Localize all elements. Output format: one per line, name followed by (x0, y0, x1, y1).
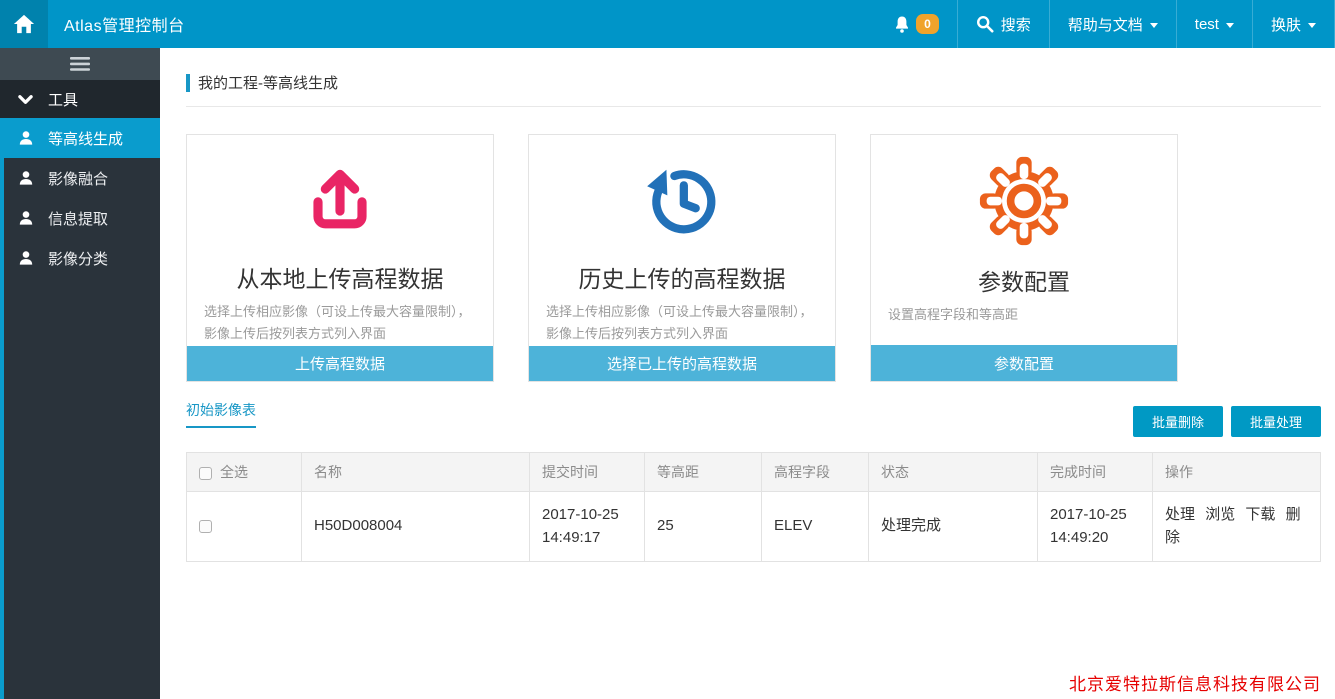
caret-down-icon (1150, 23, 1158, 28)
column-contour-interval: 等高距 (645, 453, 762, 492)
notifications-button[interactable]: 0 (875, 0, 957, 48)
card-title: 历史上传的高程数据 (529, 260, 835, 294)
list-toolbar: 初始影像表 批量删除 批量处理 (186, 400, 1321, 437)
card-history-elevation: 历史上传的高程数据 选择上传相应影像（可设上传最大容量限制），影像上传后按列表方… (528, 134, 836, 382)
upload-icon (296, 156, 384, 244)
footer-company: 北京爱特拉斯信息科技有限公司 (1069, 670, 1321, 695)
navbar-right: 0 搜索 帮助与文档 test 换肤 (875, 0, 1335, 48)
user-icon (18, 250, 34, 266)
help-label: 帮助与文档 (1068, 14, 1143, 35)
column-elevation-field: 高程字段 (762, 453, 869, 492)
column-finish-time: 完成时间 (1038, 453, 1153, 492)
action-cards: 从本地上传高程数据 选择上传相应影像（可设上传最大容量限制），影像上传后按列表方… (186, 134, 1321, 382)
app-title: Atlas管理控制台 (48, 0, 185, 48)
card-description: 选择上传相应影像（可设上传最大容量限制），影像上传后按列表方式列入界面 (187, 294, 493, 347)
card-upload-elevation: 从本地上传高程数据 选择上传相应影像（可设上传最大容量限制），影像上传后按列表方… (186, 134, 494, 382)
table-row: H50D008004 2017-10-25 14:49:17 25 ELEV 处… (187, 492, 1321, 562)
sidebar-item-label: 影像分类 (48, 248, 108, 269)
skin-label: 换肤 (1271, 14, 1301, 35)
sidebar: 工具 等高线生成 影像融合 信息提取 影像分类 (0, 48, 160, 699)
sidebar-toggle[interactable] (0, 48, 160, 80)
sidebar-item-label: 信息提取 (48, 208, 108, 229)
tab-initial-image-table[interactable]: 初始影像表 (186, 400, 256, 428)
gear-icon (978, 155, 1070, 247)
image-table: 全选 名称 提交时间 等高距 高程字段 状态 完成时间 操作 H50D00800… (186, 452, 1321, 562)
sidebar-submenu: 等高线生成 影像融合 信息提取 影像分类 (0, 118, 160, 699)
upload-elevation-button[interactable]: 上传高程数据 (187, 346, 493, 381)
cell-name: H50D008004 (302, 492, 530, 562)
sidebar-item-label: 等高线生成 (48, 128, 123, 149)
card-title: 参数配置 (871, 263, 1177, 297)
card-parameter-config: 参数配置 设置高程字段和等高距 参数配置 (870, 134, 1178, 382)
row-checkbox[interactable] (199, 520, 212, 533)
sidebar-group-tools[interactable]: 工具 (0, 80, 160, 118)
bell-icon (893, 15, 911, 34)
column-select-all: 全选 (187, 453, 302, 492)
user-icon (18, 170, 34, 186)
action-process-link[interactable]: 处理 (1165, 506, 1195, 523)
skin-menu[interactable]: 换肤 (1252, 0, 1335, 48)
breadcrumb-marker (186, 74, 190, 92)
breadcrumb: 我的工程-等高线生成 (186, 48, 1321, 107)
main-content: 我的工程-等高线生成 从本地上传高程数据 选择上传相应影像（可设上传最大容量限制… (160, 48, 1335, 699)
cell-actions: 处理 浏览 下载 删除 (1153, 492, 1321, 562)
cell-contour-interval: 25 (645, 492, 762, 562)
column-status: 状态 (869, 453, 1038, 492)
caret-down-icon (1308, 23, 1316, 28)
sidebar-item-info-extraction[interactable]: 信息提取 (4, 198, 160, 238)
user-menu[interactable]: test (1176, 0, 1252, 48)
search-icon (976, 15, 994, 33)
cell-finish-time: 2017-10-25 14:49:20 (1038, 492, 1153, 562)
card-title: 从本地上传高程数据 (187, 260, 493, 294)
action-view-link[interactable]: 浏览 (1205, 506, 1235, 523)
column-actions: 操作 (1153, 453, 1321, 492)
batch-process-button[interactable]: 批量处理 (1231, 406, 1321, 437)
home-icon (13, 13, 35, 35)
select-all-checkbox[interactable] (199, 467, 212, 480)
cell-submit-time: 2017-10-25 14:49:17 (530, 492, 645, 562)
parameter-config-button[interactable]: 参数配置 (871, 345, 1177, 381)
history-icon (638, 156, 726, 244)
select-uploaded-elevation-button[interactable]: 选择已上传的高程数据 (529, 346, 835, 381)
user-icon (18, 210, 34, 226)
column-submit-time: 提交时间 (530, 453, 645, 492)
app-window: Atlas管理控制台 0 搜索 帮助与文档 test 换肤 (0, 0, 1335, 699)
breadcrumb-text: 我的工程-等高线生成 (198, 72, 338, 93)
sidebar-item-label: 影像融合 (48, 168, 108, 189)
help-menu[interactable]: 帮助与文档 (1049, 0, 1176, 48)
status-badge: 处理完成 (869, 492, 1038, 562)
card-description: 设置高程字段和等高距 (871, 297, 1177, 327)
card-description: 选择上传相应影像（可设上传最大容量限制），影像上传后按列表方式列入界面 (529, 294, 835, 347)
user-icon (18, 130, 34, 146)
search-button[interactable]: 搜索 (957, 0, 1049, 48)
cell-elevation-field: ELEV (762, 492, 869, 562)
hamburger-icon (70, 57, 90, 71)
top-navbar: Atlas管理控制台 0 搜索 帮助与文档 test 换肤 (0, 0, 1335, 48)
chevron-down-icon (18, 94, 33, 105)
sidebar-item-contour-generation[interactable]: 等高线生成 (0, 118, 160, 158)
table-header-row: 全选 名称 提交时间 等高距 高程字段 状态 完成时间 操作 (187, 453, 1321, 492)
caret-down-icon (1226, 23, 1234, 28)
sidebar-item-image-classification[interactable]: 影像分类 (4, 238, 160, 278)
search-label: 搜索 (1001, 14, 1031, 35)
home-button[interactable] (0, 0, 48, 48)
batch-delete-button[interactable]: 批量删除 (1133, 406, 1223, 437)
notification-badge: 0 (916, 14, 939, 34)
action-download-link[interactable]: 下载 (1245, 506, 1275, 523)
column-name: 名称 (302, 453, 530, 492)
user-label: test (1195, 16, 1219, 33)
column-label: 全选 (220, 464, 248, 480)
sidebar-item-image-fusion[interactable]: 影像融合 (4, 158, 160, 198)
sidebar-group-label: 工具 (48, 89, 78, 110)
